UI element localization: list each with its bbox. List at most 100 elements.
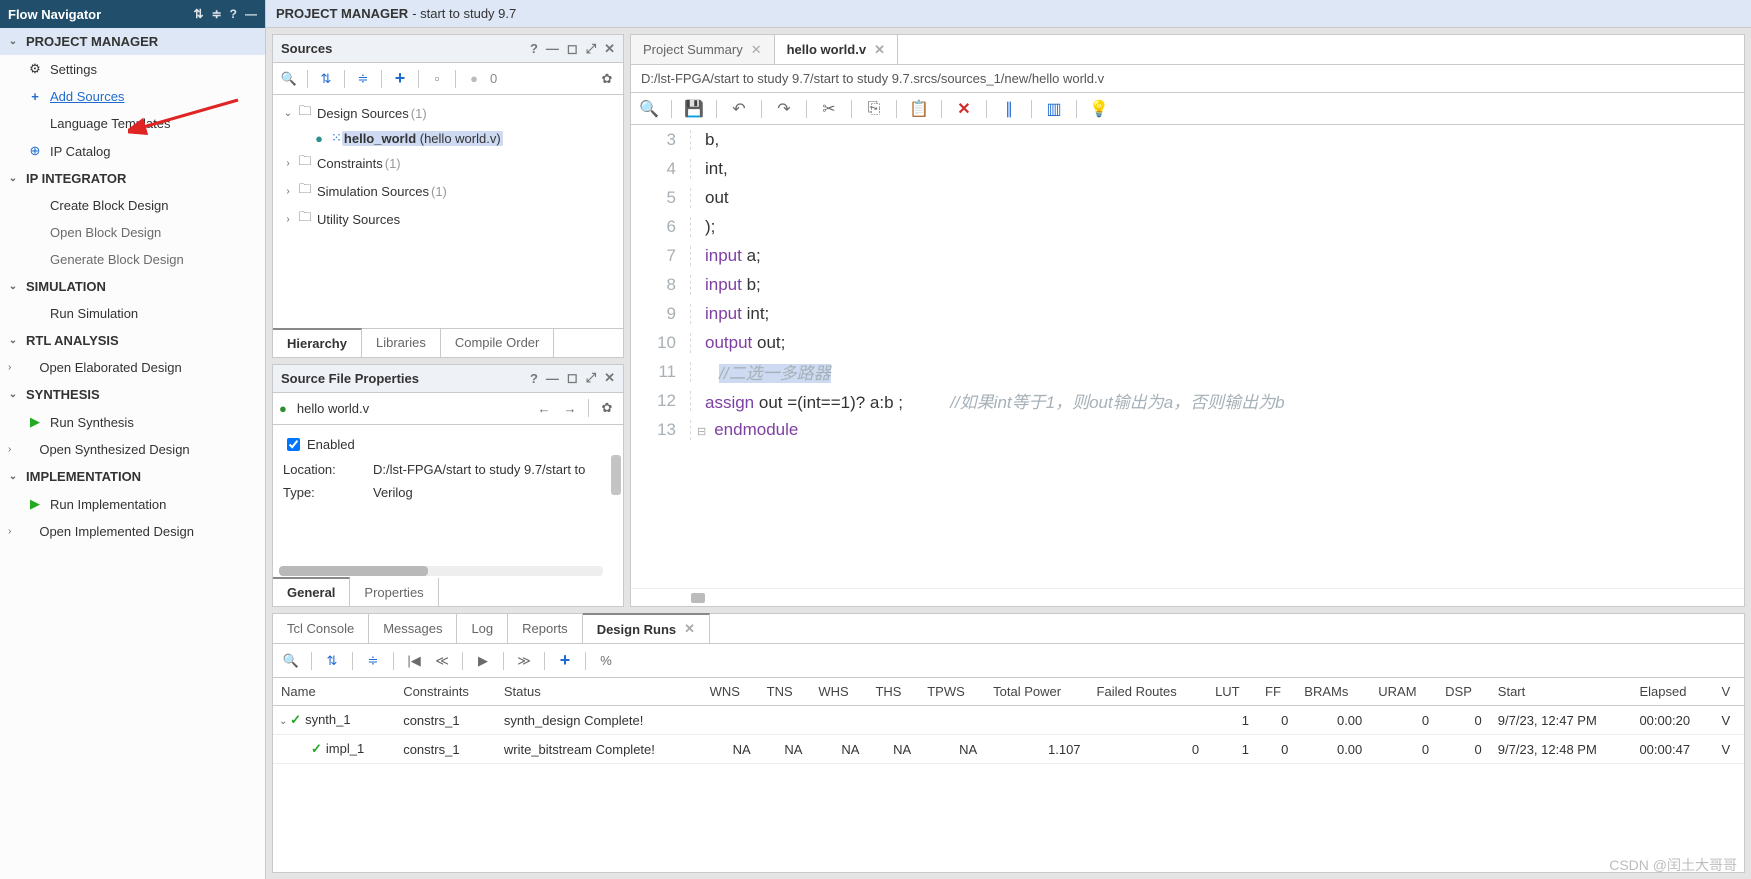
tab-libraries[interactable]: Libraries [362, 329, 441, 357]
hint-icon[interactable]: 💡 [1089, 99, 1109, 119]
col-header[interactable]: WHS [810, 678, 867, 706]
code-line[interactable]: 13⊟endmodule [631, 415, 1744, 444]
editor-hscroll[interactable] [631, 588, 1744, 606]
close-icon[interactable]: ✕ [684, 621, 695, 637]
tab-general[interactable]: General [273, 577, 350, 606]
minimize-icon[interactable]: — [546, 41, 559, 56]
flow-item[interactable]: ⊕IP Catalog [0, 137, 265, 165]
table-row[interactable]: ⌄ ✓synth_1constrs_1synth_design Complete… [273, 706, 1744, 735]
col-header[interactable]: V [1714, 678, 1745, 706]
flow-item[interactable]: ›Open Implemented Design [0, 518, 265, 545]
flow-item[interactable]: Language Templates [0, 110, 265, 137]
code-line[interactable]: 3b, [631, 125, 1744, 154]
minimize-icon[interactable]: — [546, 371, 559, 386]
flow-item[interactable]: ▶Run Implementation [0, 490, 265, 518]
flow-item[interactable]: +Add Sources [0, 83, 265, 110]
undo-icon[interactable]: ↶ [729, 99, 749, 119]
tree-row[interactable]: ›🗀Utility Sources [281, 205, 615, 233]
tab-messages[interactable]: Messages [369, 614, 457, 643]
col-header[interactable]: TNS [759, 678, 811, 706]
col-header[interactable]: WNS [702, 678, 759, 706]
forward-icon[interactable]: → [560, 398, 580, 418]
expand-icon[interactable]: ≑ [363, 651, 383, 671]
tab-compile-order[interactable]: Compile Order [441, 329, 555, 357]
tree-row[interactable]: ›🗀Simulation Sources (1) [281, 177, 615, 205]
preview-icon[interactable]: ▫ [427, 69, 447, 89]
flow-item[interactable]: Create Block Design [0, 192, 265, 219]
help-icon[interactable]: ? [230, 7, 237, 21]
col-header[interactable]: THS [867, 678, 919, 706]
code-line[interactable]: 7input a; [631, 241, 1744, 270]
col-header[interactable]: Failed Routes [1089, 678, 1208, 706]
search-icon[interactable]: 🔍 [639, 99, 659, 119]
maximize-icon[interactable]: ⤢ [586, 41, 596, 57]
code-line[interactable]: 12assign out =(int==1)? a:b ; //如果int等于1… [631, 386, 1744, 415]
play-icon[interactable]: ▶ [473, 651, 493, 671]
restore-icon[interactable]: ◻ [567, 370, 578, 386]
col-header[interactable]: FF [1257, 678, 1296, 706]
flow-item[interactable]: ›Open Synthesized Design [0, 436, 265, 463]
scrollbar-thumb[interactable] [611, 455, 621, 495]
col-header[interactable]: Elapsed [1631, 678, 1713, 706]
code-line[interactable]: 4int, [631, 154, 1744, 183]
flow-item[interactable]: Run Simulation [0, 300, 265, 327]
enabled-checkbox[interactable] [287, 438, 300, 451]
columns-icon[interactable]: ▥ [1044, 99, 1064, 119]
col-header[interactable]: BRAMs [1296, 678, 1370, 706]
editor-tab[interactable]: hello world.v✕ [775, 35, 898, 64]
close-icon[interactable]: ✕ [874, 42, 885, 58]
flow-section[interactable]: ⌄RTL ANALYSIS [0, 327, 265, 354]
code-line[interactable]: 6); [631, 212, 1744, 241]
flow-section[interactable]: ⌄PROJECT MANAGER [0, 28, 265, 55]
tab-tcl-console[interactable]: Tcl Console [273, 614, 369, 643]
design-runs-table[interactable]: NameConstraintsStatusWNSTNSWHSTHSTPWSTot… [273, 678, 1744, 872]
flow-section[interactable]: ⌄SIMULATION [0, 273, 265, 300]
close-icon[interactable]: ✕ [751, 42, 762, 58]
help-icon[interactable]: ? [530, 371, 538, 386]
restore-icon[interactable]: ◻ [567, 41, 578, 57]
hscroll-thumb[interactable] [279, 566, 428, 576]
table-row[interactable]: ✓impl_1constrs_1write_bitstream Complete… [273, 735, 1744, 764]
prev-icon[interactable]: ≪ [432, 651, 452, 671]
percent-icon[interactable]: % [596, 651, 616, 671]
collapse-tree-icon[interactable]: ⇅ [316, 69, 336, 89]
code-line[interactable]: 9input int; [631, 299, 1744, 328]
delete-icon[interactable]: ✕ [954, 99, 974, 119]
tab-hierarchy[interactable]: Hierarchy [273, 328, 362, 357]
close-icon[interactable]: ✕ [604, 370, 615, 386]
paste-icon[interactable]: 📋 [909, 99, 929, 119]
settings-icon[interactable]: ✿ [597, 69, 617, 89]
flow-tree[interactable]: ⌄PROJECT MANAGER⚙Settings+Add SourcesLan… [0, 28, 265, 879]
flow-item[interactable]: ›Open Elaborated Design [0, 354, 265, 381]
tab-log[interactable]: Log [457, 614, 508, 643]
col-header[interactable]: Start [1490, 678, 1632, 706]
col-header[interactable]: Name [273, 678, 395, 706]
editor-tab[interactable]: Project Summary✕ [631, 35, 775, 64]
flow-section[interactable]: ⌄IP INTEGRATOR [0, 165, 265, 192]
flow-item[interactable]: Open Block Design [0, 219, 265, 246]
code-line[interactable]: 5out [631, 183, 1744, 212]
flow-item[interactable]: ▶Run Synthesis [0, 408, 265, 436]
add-run-icon[interactable]: + [555, 651, 575, 671]
flow-section[interactable]: ⌄SYNTHESIS [0, 381, 265, 408]
flow-section[interactable]: ⌄IMPLEMENTATION [0, 463, 265, 490]
col-header[interactable]: Constraints [395, 678, 496, 706]
close-icon[interactable]: ✕ [604, 41, 615, 57]
search-icon[interactable]: 🔍 [279, 69, 299, 89]
cut-icon[interactable]: ✂ [819, 99, 839, 119]
collapse-icon[interactable]: ⇅ [322, 651, 342, 671]
tree-row[interactable]: ›🗀Constraints (1) [281, 149, 615, 177]
code-line[interactable]: 10output out; [631, 328, 1744, 357]
expand-tree-icon[interactable]: ≑ [353, 69, 373, 89]
settings-icon[interactable]: ✿ [597, 398, 617, 418]
search-icon[interactable]: 🔍 [281, 651, 301, 671]
code-editor[interactable]: 3b,4int,5out6);7input a;8input b;9input … [631, 125, 1744, 588]
redo-icon[interactable]: ↷ [774, 99, 794, 119]
flow-item[interactable]: Generate Block Design [0, 246, 265, 273]
minimize-icon[interactable]: — [245, 7, 257, 21]
tab-properties[interactable]: Properties [350, 578, 438, 606]
sources-tree[interactable]: ⌄🗀Design Sources (1)● ⁙ hello_world (hel… [273, 95, 623, 329]
next-icon[interactable]: ≫ [514, 651, 534, 671]
code-line[interactable]: 11 //二选一多路器 [631, 357, 1744, 386]
add-icon[interactable]: + [390, 69, 410, 89]
